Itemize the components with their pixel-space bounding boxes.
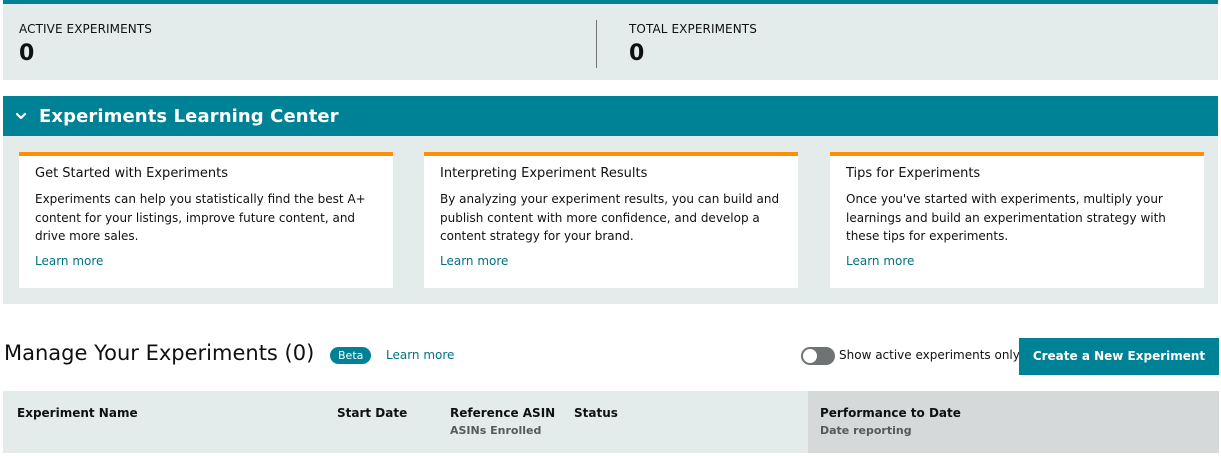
- column-label: Performance to Date: [820, 406, 961, 420]
- card-body: By analyzing your experiment results, yo…: [440, 192, 780, 243]
- learning-card-tips: Tips for Experiments Once you've started…: [830, 152, 1204, 288]
- active-experiments-label: ACTIVE EXPERIMENTS: [19, 22, 153, 36]
- column-sublabel: Date reporting: [820, 424, 912, 437]
- column-header-reference-asin[interactable]: Reference ASIN ASINs Enrolled: [450, 406, 555, 437]
- active-only-toggle-label: Show active experiments only: [839, 348, 1020, 362]
- active-experiments-stat: ACTIVE EXPERIMENTS 0: [19, 22, 152, 66]
- learn-more-link[interactable]: Learn more: [846, 254, 914, 268]
- column-label: Start Date: [337, 406, 408, 420]
- column-header-start-date[interactable]: Start Date: [337, 406, 407, 420]
- card-title: Get Started with Experiments: [35, 166, 229, 181]
- experiments-table-header: Experiment Name Start Date Reference ASI…: [3, 391, 1219, 453]
- learn-more-link[interactable]: Learn more: [440, 254, 508, 268]
- active-only-toggle[interactable]: [801, 347, 835, 365]
- manage-experiments-title: Manage Your Experiments (0): [4, 341, 315, 365]
- learning-card-get-started: Get Started with Experiments Experiments…: [19, 152, 393, 288]
- card-title: Tips for Experiments: [846, 166, 981, 181]
- column-sublabel: ASINs Enrolled: [450, 424, 542, 437]
- total-experiments-stat: TOTAL EXPERIMENTS 0: [629, 22, 757, 66]
- experiment-stats: ACTIVE EXPERIMENTS 0 TOTAL EXPERIMENTS 0: [3, 0, 1218, 80]
- card-title: Interpreting Experiment Results: [440, 166, 648, 181]
- column-header-status[interactable]: Status: [574, 406, 618, 420]
- chevron-down-icon[interactable]: [15, 110, 31, 124]
- column-header-performance[interactable]: Performance to Date Date reporting: [820, 406, 961, 437]
- learning-center: Experiments Learning Center Get Started …: [3, 96, 1218, 304]
- manage-learn-more-link[interactable]: Learn more: [386, 348, 454, 362]
- learn-more-link[interactable]: Learn more: [35, 254, 103, 268]
- total-experiments-label: TOTAL EXPERIMENTS: [629, 22, 757, 36]
- toggle-knob: [803, 349, 817, 363]
- column-label: Status: [574, 406, 618, 420]
- column-label: Experiment Name: [17, 406, 138, 420]
- learning-center-header[interactable]: Experiments Learning Center: [3, 96, 1218, 136]
- learning-center-title: Experiments Learning Center: [39, 105, 339, 127]
- total-experiments-count: 0: [629, 41, 645, 66]
- column-label: Reference ASIN: [450, 406, 556, 420]
- beta-badge: Beta: [330, 347, 372, 364]
- active-experiments-count: 0: [19, 41, 35, 66]
- column-header-experiment-name[interactable]: Experiment Name: [17, 406, 138, 420]
- card-body: Experiments can help you statistically f…: [35, 192, 366, 243]
- learning-card-interpreting-results: Interpreting Experiment Results By analy…: [424, 152, 798, 288]
- card-body: Once you've started with experiments, mu…: [846, 192, 1166, 243]
- stat-divider: [596, 20, 597, 68]
- create-new-experiment-button[interactable]: Create a New Experiment: [1019, 338, 1219, 375]
